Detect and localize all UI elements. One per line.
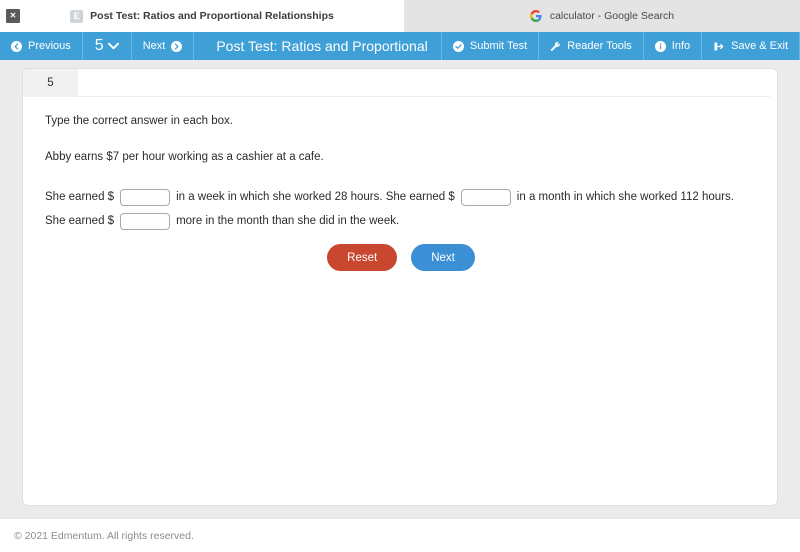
browser-tab-title-calculator: calculator - Google Search — [549, 10, 675, 22]
question-number: 5 — [47, 77, 54, 89]
sign-out-icon — [713, 41, 725, 52]
question-content: Type the correct answer in each box. Abb… — [45, 113, 757, 233]
info-button[interactable]: Info — [644, 32, 703, 60]
test-title: Post Test: Ratios and Proportional Re — [194, 32, 442, 60]
question-card: 5 Type the correct answer in each box. A… — [22, 68, 778, 506]
question-instruction: Type the correct answer in each box. — [45, 115, 233, 127]
reset-button[interactable]: Reset — [327, 244, 398, 271]
question-fill-in-blanks: She earned $ in a week in which she worke… — [45, 185, 757, 233]
page-selector[interactable]: 5 — [83, 32, 132, 60]
answer-input-1[interactable] — [120, 188, 171, 206]
submit-test-label: Submit Test — [469, 40, 528, 52]
close-icon[interactable]: ✕ — [6, 9, 20, 23]
question-header-divider — [78, 96, 770, 97]
previous-label: Previous — [28, 40, 71, 52]
reader-tools-label: Reader Tools — [567, 40, 632, 52]
save-exit-button[interactable]: Save & Exit — [702, 32, 800, 60]
check-circle-icon — [452, 40, 464, 52]
reader-tools-button[interactable]: Reader Tools — [539, 32, 644, 60]
previous-button[interactable]: Previous — [0, 32, 83, 60]
chevron-down-icon — [107, 42, 119, 50]
info-circle-icon — [654, 40, 666, 52]
copyright-text: © 2021 Edmentum. All rights reserved. — [14, 530, 194, 542]
answer-input-2[interactable] — [460, 188, 511, 206]
test-toolbar: Previous 5 Next Post Test: Ratios and Pr… — [0, 32, 800, 60]
arrow-left-circle-icon — [11, 40, 22, 52]
arrow-right-circle-icon — [171, 40, 183, 52]
browser-tab-strip: ✕ E Post Test: Ratios and Proportional R… — [0, 0, 800, 32]
question-number-tab: 5 — [23, 69, 78, 97]
blank-text-4: more in the month than she did in the we… — [176, 215, 400, 228]
action-button-row: Reset Next — [23, 244, 779, 271]
browser-tab-calculator[interactable]: calculator - Google Search — [404, 0, 800, 32]
test-title-text: Post Test: Ratios and Proportional Re — [216, 38, 430, 54]
save-exit-label: Save & Exit — [731, 40, 788, 52]
next-button[interactable]: Next — [411, 244, 475, 271]
blank-text-2: in a week in which she worked 28 hours. … — [176, 191, 455, 204]
blank-text-1: She earned $ — [45, 191, 115, 204]
page-footer: © 2021 Edmentum. All rights reserved. — [0, 518, 800, 552]
question-context: Abby earns $7 per hour working as a cash… — [45, 150, 324, 163]
next-label-toolbar: Next — [142, 40, 166, 52]
edmentum-favicon-icon: E — [70, 9, 84, 23]
answer-input-3[interactable] — [120, 212, 171, 230]
wrench-icon — [550, 41, 561, 52]
google-favicon-icon — [530, 10, 543, 23]
submit-test-button[interactable]: Submit Test — [442, 32, 540, 60]
next-button-toolbar[interactable]: Next — [132, 32, 195, 60]
info-label: Info — [671, 40, 691, 52]
browser-tab-title-active: Post Test: Ratios and Proportional Relat… — [90, 10, 334, 22]
page-number: 5 — [94, 37, 104, 54]
page-body: 5 Type the correct answer in each box. A… — [0, 60, 800, 518]
browser-tab-active[interactable]: ✕ E Post Test: Ratios and Proportional R… — [0, 0, 404, 32]
